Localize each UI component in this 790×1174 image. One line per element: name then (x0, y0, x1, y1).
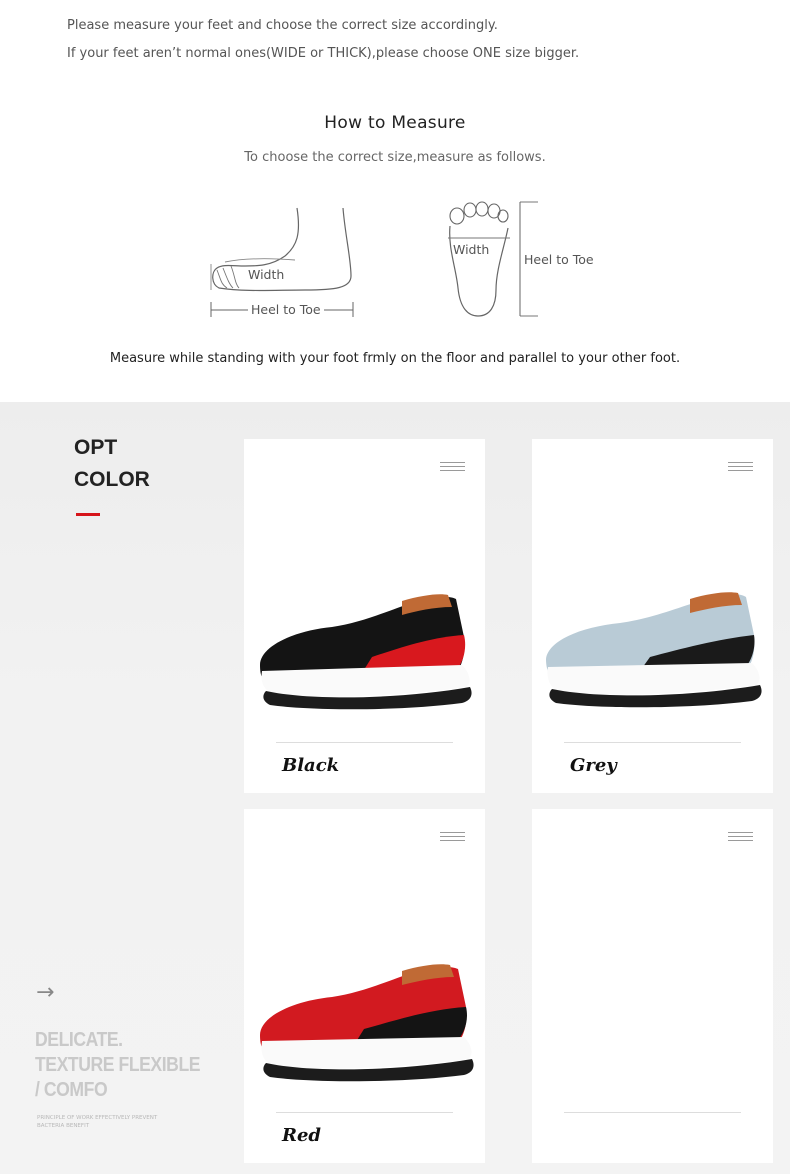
options-heading-line1: OPT (74, 436, 118, 459)
side-width-label: Width (245, 267, 288, 282)
grey-shoe-image (546, 592, 762, 708)
menu-icon[interactable] (728, 462, 753, 472)
color-card-empty[interactable] (532, 809, 773, 1163)
card-divider (564, 742, 741, 743)
tagline-line3: / COMFO (35, 1079, 108, 1101)
color-card-red[interactable]: Red (244, 809, 485, 1163)
menu-icon[interactable] (728, 832, 753, 842)
side-length-label: Heel to Toe (248, 302, 324, 317)
card-divider (276, 1112, 453, 1113)
color-card-black[interactable]: Black (244, 439, 485, 793)
color-options-section: OPT COLOR Black Grey Red → DELICATE. TEX… (0, 402, 790, 1174)
color-label-red[interactable]: Red (282, 1125, 321, 1146)
top-length-label: Heel to Toe (521, 252, 597, 267)
top-foot-diagram: Width Heel to Toe (440, 198, 610, 322)
side-foot-diagram: Width Heel to Toe (205, 204, 360, 322)
menu-icon[interactable] (440, 462, 465, 472)
size-guide-section: Please measure your feet and choose the … (0, 0, 790, 402)
measure-subtitle: To choose the correct size,measure as fo… (244, 150, 546, 165)
size-note-2: If your feet aren’t normal ones(WIDE or … (67, 46, 580, 61)
top-width-label: Width (453, 242, 490, 257)
arrow-right-icon[interactable]: → (36, 980, 54, 1005)
color-label-black[interactable]: Black (282, 755, 339, 776)
black-shoe-image (260, 594, 472, 710)
promo-tagline: DELICATE. TEXTURE FLEXIBLE / COMFO (35, 1028, 201, 1103)
options-heading-line2: COLOR (74, 468, 150, 491)
card-divider (276, 742, 453, 743)
tagline-line1: DELICATE. (35, 1029, 123, 1051)
size-note-1: Please measure your feet and choose the … (67, 18, 498, 33)
color-card-grey[interactable]: Grey (532, 439, 773, 793)
fineprint-line2: BACTERIA BENEFIT (37, 1123, 90, 1129)
card-divider (564, 1112, 741, 1113)
red-shoe-image (260, 964, 474, 1082)
fineprint-line1: PRINCIPLE OF WORK EFFECTIVELY PREVENT (37, 1115, 158, 1121)
options-heading: OPT COLOR (74, 432, 150, 496)
accent-bar (76, 513, 100, 516)
measure-title: How to Measure (324, 113, 466, 133)
promo-fineprint: PRINCIPLE OF WORK EFFECTIVELY PREVENT BA… (37, 1114, 167, 1130)
color-label-grey[interactable]: Grey (570, 755, 617, 776)
menu-icon[interactable] (440, 832, 465, 842)
measure-instruction: Measure while standing with your foot fr… (109, 351, 681, 366)
tagline-line2: TEXTURE FLEXIBLE (35, 1054, 201, 1076)
